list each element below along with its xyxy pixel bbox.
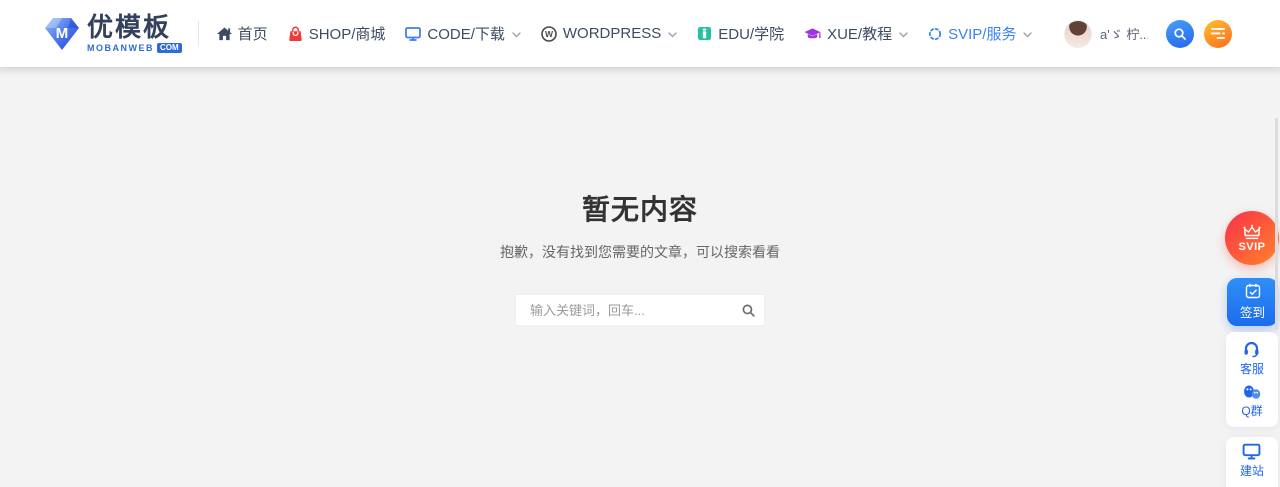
site-build-label: 建站	[1240, 462, 1264, 479]
main-nav: 首页 SHOP/商城 CODE/下载 W	[217, 23, 1033, 44]
nav-item-wordpress[interactable]: W WORDPRESS	[541, 25, 677, 42]
site-logo[interactable]: M 优模板 MOBANWEB COM	[45, 14, 182, 53]
customer-service-button[interactable]: 客服	[1240, 340, 1264, 377]
monitor-icon	[405, 27, 421, 41]
search-input[interactable]	[516, 295, 764, 325]
search-button[interactable]	[1166, 20, 1194, 48]
content-area: 暂无内容 抱歉，没有找到您需要的文章，可以搜索看看	[0, 67, 1280, 487]
customer-service-label: 客服	[1240, 360, 1264, 377]
empty-state-subtitle: 抱歉，没有找到您需要的文章，可以搜索看看	[0, 242, 1280, 262]
checkin-float-button[interactable]: 签到	[1227, 278, 1278, 326]
nav-item-code[interactable]: CODE/下载	[405, 23, 521, 44]
nav-label: SVIP/服务	[948, 23, 1016, 44]
dotted-circle-icon	[928, 27, 942, 41]
build-card: 建站	[1226, 437, 1278, 487]
headset-icon	[1242, 340, 1261, 358]
nav-label: 首页	[238, 23, 268, 44]
chevron-down-icon	[1023, 32, 1032, 38]
monitor-icon	[1242, 443, 1261, 460]
scrollbar-thumb[interactable]	[1275, 118, 1278, 330]
nav-item-edu[interactable]: EDU/学院	[697, 23, 784, 44]
search-icon	[741, 303, 756, 318]
logo-divider	[198, 21, 199, 47]
qq-group-icon	[1242, 384, 1262, 400]
top-navbar: M 优模板 MOBANWEB COM 首页 SHOP/商城	[0, 0, 1280, 67]
nav-label: EDU/学院	[718, 23, 784, 44]
calendar-check-icon	[1245, 283, 1261, 299]
crown-icon	[1242, 224, 1262, 240]
nav-item-shop[interactable]: SHOP/商城	[288, 23, 386, 44]
edu-badge-icon	[697, 26, 712, 41]
logo-gem-icon: M	[45, 18, 79, 50]
nav-label: SHOP/商城	[309, 23, 386, 44]
search-box	[515, 294, 765, 326]
support-card: 客服 Q群	[1226, 332, 1278, 427]
nav-label: CODE/下载	[427, 23, 505, 44]
header-right: a'ゞ 柠...	[1064, 20, 1232, 48]
chevron-down-icon	[899, 32, 908, 38]
svg-text:W: W	[545, 29, 554, 39]
search-submit-button[interactable]	[740, 303, 756, 319]
logo-subtitle: MOBANWEB	[87, 44, 154, 53]
site-build-button[interactable]: 建站	[1240, 443, 1264, 479]
menu-button[interactable]	[1204, 20, 1232, 48]
nav-item-home[interactable]: 首页	[217, 23, 268, 44]
username[interactable]: a'ゞ 柠...	[1100, 24, 1148, 43]
shopping-bag-icon	[288, 26, 303, 42]
logo-text: 优模板 MOBANWEB COM	[87, 14, 182, 53]
svip-float-button[interactable]: SVIP	[1225, 211, 1279, 265]
qq-group-button[interactable]: Q群	[1241, 384, 1262, 419]
nav-item-xue[interactable]: XUE/教程	[804, 23, 908, 44]
chevron-down-icon	[512, 32, 521, 38]
logo-badge: COM	[157, 43, 182, 53]
search-icon	[1173, 27, 1187, 41]
nav-item-svip[interactable]: SVIP/服务	[928, 23, 1032, 44]
nav-label: XUE/教程	[827, 23, 892, 44]
logo-title: 优模板	[87, 14, 182, 40]
list-menu-icon	[1210, 27, 1226, 40]
home-icon	[217, 27, 232, 41]
svip-label: SVIP	[1238, 241, 1265, 253]
graduation-cap-icon	[804, 27, 821, 41]
user-avatar[interactable]	[1064, 20, 1092, 48]
chevron-down-icon	[668, 32, 677, 38]
empty-state-title: 暂无内容	[0, 188, 1280, 228]
qq-group-label: Q群	[1241, 402, 1262, 419]
wordpress-icon: W	[541, 26, 557, 42]
logo-mark: M	[56, 25, 69, 42]
nav-label: WORDPRESS	[563, 25, 661, 42]
checkin-label: 签到	[1240, 302, 1265, 321]
